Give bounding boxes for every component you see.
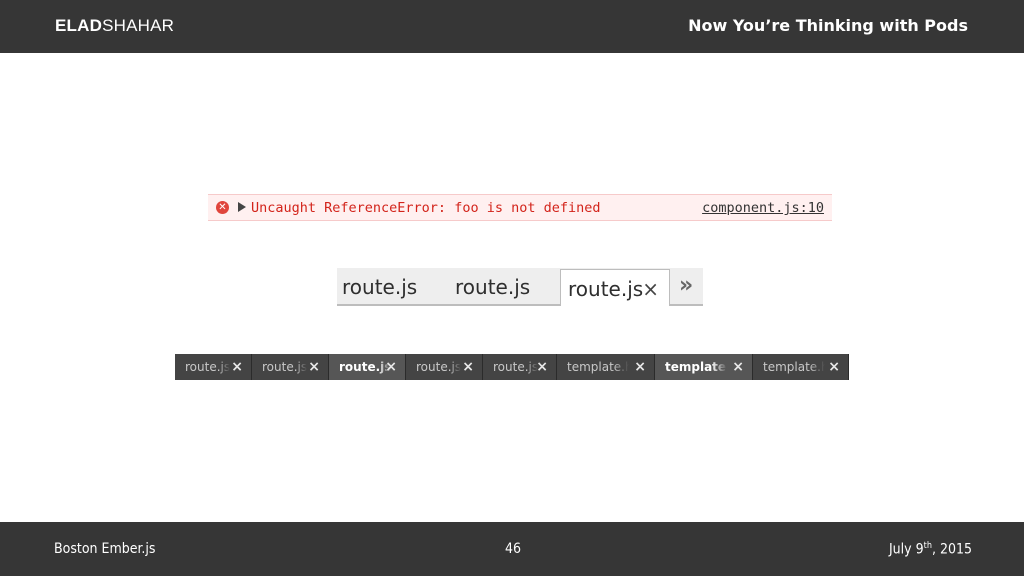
event-name: Boston Ember.js bbox=[54, 541, 156, 557]
close-icon[interactable]: × bbox=[231, 354, 243, 380]
date-prefix: July 9 bbox=[888, 541, 924, 558]
tab-route-2[interactable]: route.js bbox=[455, 268, 530, 304]
page-number: 46 bbox=[505, 541, 522, 557]
close-icon[interactable]: × bbox=[536, 354, 548, 380]
console-error-line: ✕ Uncaught ReferenceError: foo is not de… bbox=[208, 194, 832, 221]
dark-tab[interactable]: template.hbs × bbox=[557, 354, 655, 380]
tab-label: route.js bbox=[568, 277, 644, 301]
dark-tab-label: template.hbs bbox=[567, 360, 629, 374]
dark-tab-label: route.js bbox=[339, 360, 392, 374]
dark-tab[interactable]: route.js × bbox=[483, 354, 557, 380]
dark-tab-label: route.js bbox=[262, 360, 308, 374]
dark-tab-bar: route.js × route.js × route.js × route.j… bbox=[175, 354, 849, 380]
error-source-link[interactable]: component.js:10 bbox=[702, 200, 824, 216]
error-message: Uncaught ReferenceError: foo is not defi… bbox=[251, 200, 601, 216]
brand-last: SHAHAR bbox=[102, 16, 175, 35]
close-icon[interactable]: × bbox=[385, 354, 397, 380]
light-tab-bar: route.js route.js route.js × » bbox=[337, 268, 703, 306]
dark-tab[interactable]: route.js × bbox=[175, 354, 252, 380]
brand-first: ELAD bbox=[55, 16, 103, 35]
tab-route-1[interactable]: route.js bbox=[342, 268, 417, 304]
close-icon[interactable]: × bbox=[308, 354, 320, 380]
dark-tab-label: template.hbs bbox=[665, 360, 727, 374]
slide-footer: Boston Ember.js 46 July 9th, 2015 bbox=[0, 522, 1024, 576]
slide-header: ELADSHAHAR Now You’re Thinking with Pods bbox=[0, 0, 1024, 53]
dark-tab-label: route.js bbox=[493, 360, 539, 374]
close-icon[interactable]: × bbox=[828, 354, 840, 380]
error-circle-icon: ✕ bbox=[216, 201, 229, 214]
close-icon[interactable]: × bbox=[732, 354, 744, 380]
talk-date: July 9th, 2015 bbox=[889, 541, 972, 558]
talk-title: Now You’re Thinking with Pods bbox=[688, 16, 968, 35]
dark-tab[interactable]: template.hbs × bbox=[753, 354, 849, 380]
dark-tab-active[interactable]: route.js × bbox=[329, 354, 406, 380]
tab-route-active[interactable]: route.js × bbox=[560, 269, 670, 306]
date-sup: th bbox=[923, 541, 932, 551]
dark-tab-active[interactable]: template.hbs × bbox=[655, 354, 753, 380]
dark-tab-label: template.hbs bbox=[763, 360, 825, 374]
dark-tab-label: route.js bbox=[416, 360, 462, 374]
tab-overflow-chevron-icon[interactable]: » bbox=[679, 268, 693, 304]
dark-tab[interactable]: route.js × bbox=[252, 354, 329, 380]
expand-triangle-icon[interactable] bbox=[238, 202, 246, 212]
dark-tab-label: route.js bbox=[185, 360, 231, 374]
close-icon[interactable]: × bbox=[462, 354, 474, 380]
close-icon[interactable]: × bbox=[634, 354, 646, 380]
date-suffix: , 2015 bbox=[931, 541, 972, 558]
brand-logo: ELADSHAHAR bbox=[55, 16, 174, 36]
close-icon[interactable]: × bbox=[642, 270, 659, 308]
dark-tab[interactable]: route.js × bbox=[406, 354, 483, 380]
